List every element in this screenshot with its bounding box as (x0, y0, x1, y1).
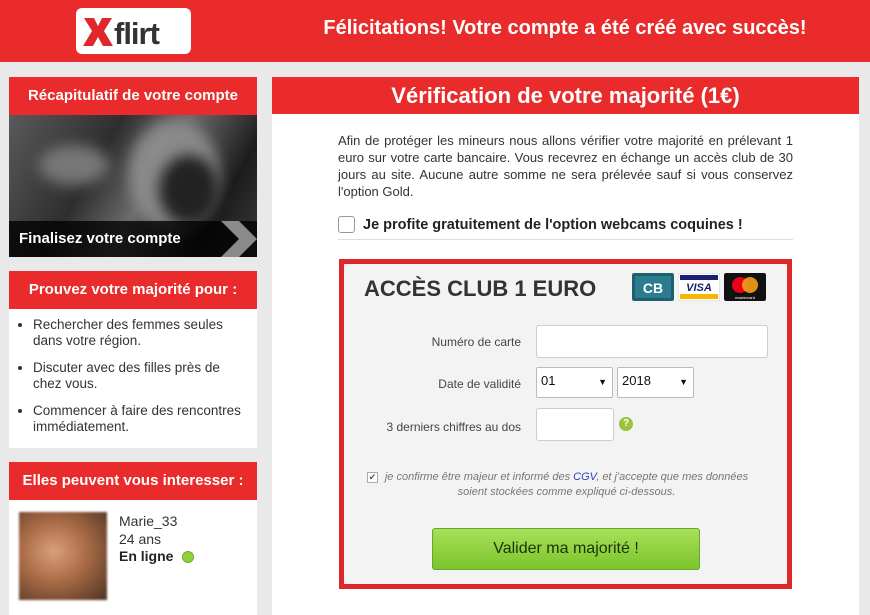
cgv-link[interactable]: CGV (573, 471, 596, 483)
expiry-year-select[interactable]: 2018 ▼ (617, 367, 694, 398)
cb-card-icon: CB (632, 273, 674, 301)
account-created-message: Félicitations! Votre compte a été créé a… (323, 17, 807, 39)
cvv-label: 3 derniers chiffres au dos (386, 420, 521, 434)
webcam-option-checkbox[interactable] (338, 216, 355, 233)
chevron-right-icon (221, 221, 257, 257)
profile-photo[interactable] (19, 512, 107, 600)
benefit-item: Discuter avec des filles près de chez vo… (33, 360, 247, 392)
benefit-item: Commencer à faire des rencontres immédia… (33, 403, 247, 435)
webcam-option-label[interactable]: Je profite gratuitement de l'option webc… (363, 217, 743, 233)
header-bar: flirt Félicitations! Votre compte a été … (0, 0, 870, 62)
profile-age: 24 ans (119, 531, 162, 547)
validate-majority-button[interactable]: Valider ma majorité ! (432, 528, 700, 570)
verification-panel: Vérification de votre majorité (1€) Afin… (272, 77, 859, 615)
account-summary-title: Récapitulatif de votre compte (9, 77, 257, 115)
card-number-input[interactable] (536, 325, 768, 358)
confirmation-checkbox[interactable]: ✔ (367, 472, 378, 483)
profile-name[interactable]: Marie_33 (119, 513, 177, 529)
expiry-month-select[interactable]: 01 ▼ (536, 367, 613, 398)
cvv-input[interactable] (536, 408, 614, 441)
help-icon[interactable]: ? (619, 417, 633, 431)
prove-majority-card: Prouvez votre majorité pour : Rechercher… (9, 271, 257, 448)
suggestions-title: Elles peuvent vous interesser : (9, 462, 257, 500)
verification-description: Afin de protéger les mineurs nous allons… (338, 133, 793, 199)
confirmation-before: je confirme être majeur et informé des (384, 471, 574, 483)
blurred-profile-photo: Finalisez votre compte (9, 115, 257, 257)
mastercard-label: mastercard (735, 295, 755, 300)
benefit-item: Rechercher des femmes seules dans votre … (33, 317, 247, 349)
payment-title: ACCÈS CLUB 1 EURO (364, 276, 597, 301)
svg-text:flirt: flirt (114, 16, 160, 51)
expiry-month-value: 01 (541, 373, 556, 388)
xflirt-logo[interactable]: flirt (76, 8, 191, 54)
dropdown-arrow-icon: ▼ (598, 377, 607, 387)
dropdown-arrow-icon: ▼ (679, 377, 688, 387)
prove-majority-title: Prouvez votre majorité pour : (9, 271, 257, 309)
visa-card-icon: VISA (678, 273, 720, 301)
suggested-profile[interactable]: Marie_33 24 ans En ligne (9, 500, 257, 600)
expiry-year-value: 2018 (622, 373, 651, 388)
expiry-label: Date de validité (438, 377, 521, 391)
benefits-list: Rechercher des femmes seules dans votre … (9, 309, 257, 454)
visa-label: VISA (686, 282, 712, 294)
cb-label: CB (643, 280, 663, 296)
card-number-label: Numéro de carte (431, 335, 521, 349)
webcam-option-row[interactable]: Je profite gratuitement de l'option webc… (338, 215, 793, 240)
online-status: En ligne (119, 548, 174, 564)
account-summary-card: Récapitulatif de votre compte Finalisez … (9, 77, 257, 257)
confirmation-text: ✔ je confirme être majeur et informé des… (367, 470, 764, 500)
mastercard-icon: mastercard (724, 273, 766, 301)
online-dot-icon (182, 551, 194, 563)
suggestions-card: Elles peuvent vous interesser : Marie_33… (9, 462, 257, 615)
payment-form: ACCÈS CLUB 1 EURO CB VISA mastercard Num… (339, 259, 792, 589)
verification-title: Vérification de votre majorité (1€) (272, 77, 859, 114)
